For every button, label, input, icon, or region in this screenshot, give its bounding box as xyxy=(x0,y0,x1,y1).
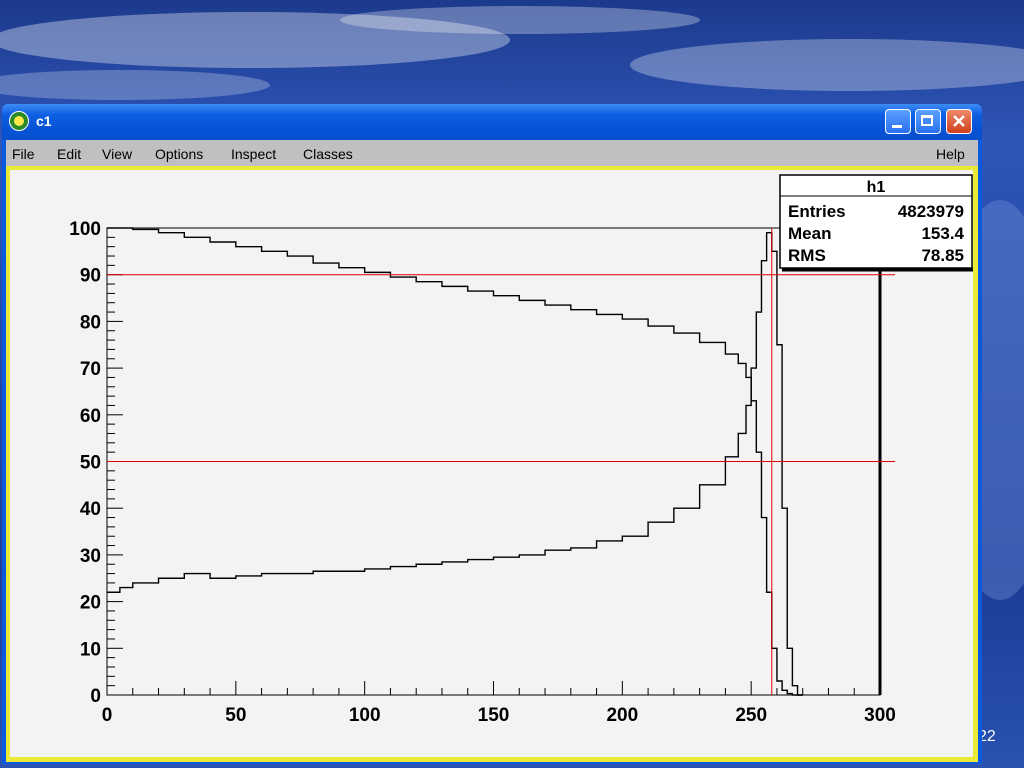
y-tick-label: 20 xyxy=(80,593,101,614)
x-tick-label: 200 xyxy=(606,705,638,726)
window-title: c1 xyxy=(36,113,52,129)
x-tick-label: 100 xyxy=(349,705,381,726)
root-app-icon xyxy=(9,111,29,131)
y-tick-label: 0 xyxy=(90,686,101,707)
menu-help[interactable]: Help xyxy=(936,146,965,162)
y-tick-label: 80 xyxy=(80,312,101,333)
stats-rms-value: 78.85 xyxy=(921,246,964,265)
menu-edit[interactable]: Edit xyxy=(57,146,81,162)
histogram-series-0 xyxy=(107,231,803,696)
y-tick-label: 100 xyxy=(69,219,101,240)
maximize-button[interactable] xyxy=(915,109,941,134)
menu-bar: File Edit View Options Inspect Classes H… xyxy=(6,140,978,166)
histogram-chart: 0 50 100 150 200 250 300 0 10 20 30 40 50 60 70 80 90 100… xyxy=(69,174,973,726)
x-tick-label: 250 xyxy=(735,705,767,726)
menu-view[interactable]: View xyxy=(102,146,132,162)
stats-entries-value: 4823979 xyxy=(898,202,964,221)
canvas-area: 0 50 100 150 200 250 300 0 10 20 30 40 50 60 70 80 90 100… xyxy=(6,166,978,762)
menu-file[interactable]: File xyxy=(12,146,35,162)
y-tick-label: 10 xyxy=(80,639,101,660)
x-tick-label: 0 xyxy=(102,705,113,726)
minimize-button[interactable] xyxy=(885,109,911,134)
y-tick-label: 90 xyxy=(80,266,101,287)
root-canvas-window: c1 File Edit View Options Inspect Classe… xyxy=(2,104,982,764)
plot-pad[interactable]: 0 50 100 150 200 250 300 0 10 20 30 40 50 60 70 80 90 100… xyxy=(10,170,973,757)
close-icon xyxy=(953,115,965,127)
close-button[interactable] xyxy=(946,109,972,134)
stats-mean-label: Mean xyxy=(788,224,831,243)
stats-box: h1 Entries 4823979 Mean 153.4 RMS 78.85 xyxy=(779,174,973,272)
title-bar[interactable]: c1 xyxy=(2,104,982,140)
y-tick-label: 70 xyxy=(80,359,101,380)
stats-title: h1 xyxy=(867,179,886,196)
menu-classes[interactable]: Classes xyxy=(303,146,353,162)
stats-entries-label: Entries xyxy=(788,202,846,221)
y-tick-label: 50 xyxy=(80,453,101,474)
y-tick-label: 40 xyxy=(80,499,101,520)
stats-mean-value: 153.4 xyxy=(921,224,964,243)
menu-options[interactable]: Options xyxy=(155,146,203,162)
stats-rms-label: RMS xyxy=(788,246,826,265)
x-tick-label: 50 xyxy=(225,705,246,726)
x-tick-label: 300 xyxy=(864,705,896,726)
y-tick-label: 60 xyxy=(80,406,101,427)
x-tick-label: 150 xyxy=(478,705,510,726)
menu-inspect[interactable]: Inspect xyxy=(231,146,276,162)
y-tick-label: 30 xyxy=(80,546,101,567)
